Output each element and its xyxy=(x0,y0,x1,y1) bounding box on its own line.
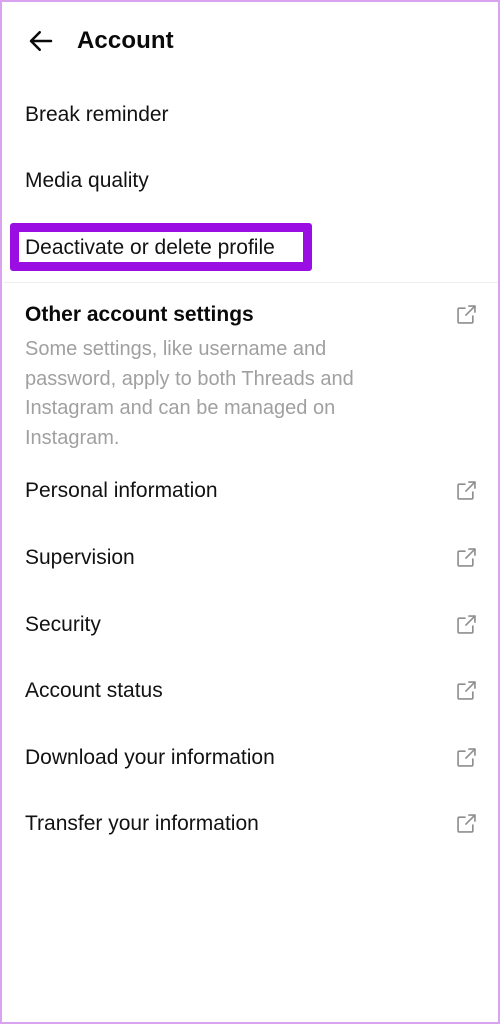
arrow-left-icon xyxy=(26,26,56,56)
row-label: Download your information xyxy=(25,745,275,769)
row-security[interactable]: Security xyxy=(2,602,498,646)
row-label: Supervision xyxy=(25,545,135,569)
row-account-status[interactable]: Account status xyxy=(2,668,498,712)
row-transfer-your-information[interactable]: Transfer your information xyxy=(2,801,498,845)
row-deactivate-or-delete-profile[interactable]: Deactivate or delete profile xyxy=(2,225,498,269)
section-heading: Other account settings xyxy=(25,303,254,326)
app-header: Account xyxy=(2,2,498,80)
external-link-icon xyxy=(455,546,478,569)
row-label: Media quality xyxy=(25,168,149,192)
external-link-icon xyxy=(455,303,478,326)
row-personal-information[interactable]: Personal information xyxy=(2,468,498,512)
app-screen: Account Break reminder Media quality Dea… xyxy=(0,0,500,1024)
external-link-icon xyxy=(455,812,478,835)
row-label: Transfer your information xyxy=(25,811,259,835)
back-button[interactable] xyxy=(14,14,68,68)
external-link-icon xyxy=(455,679,478,702)
row-supervision[interactable]: Supervision xyxy=(2,535,498,579)
section-description: Some settings, like username and passwor… xyxy=(25,338,354,449)
row-label: Deactivate or delete profile xyxy=(25,235,275,259)
row-break-reminder[interactable]: Break reminder xyxy=(2,92,498,136)
page-title: Account xyxy=(77,27,174,54)
row-other-account-settings[interactable]: Other account settings xyxy=(2,303,498,327)
row-label: Break reminder xyxy=(25,102,169,126)
row-label: Account status xyxy=(25,678,163,702)
row-label: Personal information xyxy=(25,478,218,502)
row-download-your-information[interactable]: Download your information xyxy=(2,735,498,779)
external-link-icon xyxy=(455,613,478,636)
external-link-icon xyxy=(455,479,478,502)
external-link-icon xyxy=(455,746,478,769)
section-divider xyxy=(4,282,498,283)
row-label: Security xyxy=(25,612,101,636)
row-media-quality[interactable]: Media quality xyxy=(2,158,498,202)
